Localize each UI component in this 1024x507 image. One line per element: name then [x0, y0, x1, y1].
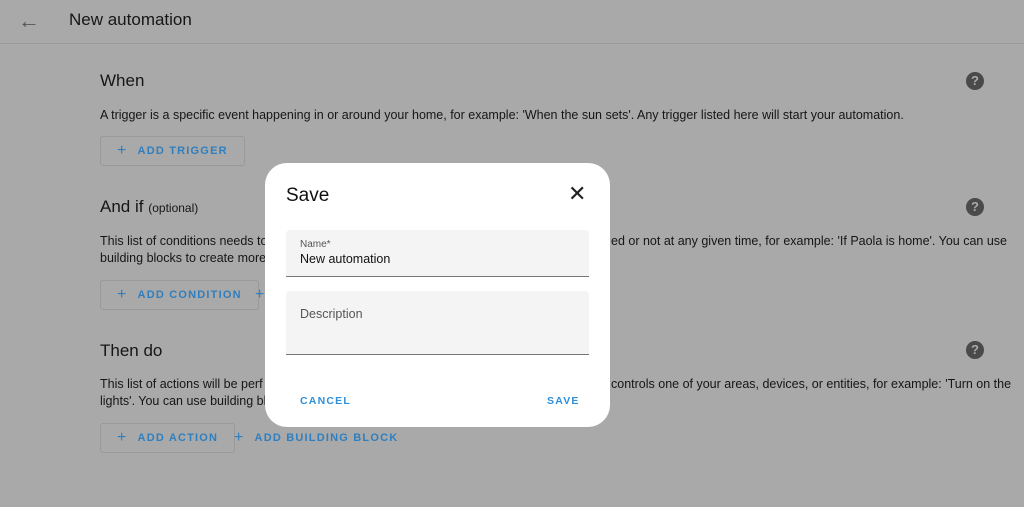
button-label: ADD ACTION: [137, 432, 219, 444]
and-if-description-cont: ed or not at any given time, for example…: [611, 234, 1007, 248]
plus-icon: +: [234, 429, 245, 446]
add-trigger-button[interactable]: + ADD TRIGGER: [100, 136, 245, 166]
plus-icon: +: [255, 286, 266, 303]
name-field[interactable]: Name* New automation: [286, 230, 589, 277]
add-building-block-button[interactable]: +: [255, 286, 266, 304]
optional-label: (optional): [148, 201, 199, 215]
add-condition-button[interactable]: + ADD CONDITION: [100, 280, 259, 310]
then-do-description: This list of actions will be perf: [100, 377, 263, 391]
plus-icon: +: [117, 142, 128, 159]
save-dialog: Save ✕ Name* New automation Description …: [265, 163, 610, 427]
close-icon[interactable]: ✕: [568, 181, 586, 207]
arrow-left-icon[interactable]: ←: [18, 8, 40, 34]
cancel-button[interactable]: CANCEL: [300, 395, 351, 407]
and-if-description: This list of conditions needs to: [100, 234, 268, 248]
add-building-block-button[interactable]: + ADD BUILDING BLOCK: [234, 429, 398, 447]
page-title: New automation: [69, 10, 192, 29]
plus-icon: +: [117, 429, 128, 446]
help-icon[interactable]: ?: [966, 198, 984, 216]
top-bar: ← New automation: [0, 0, 1024, 44]
and-if-heading: And if (optional): [100, 197, 198, 217]
description-label: Description: [300, 307, 363, 321]
plus-icon: +: [117, 286, 128, 303]
name-value: New automation: [300, 252, 391, 266]
button-label: ADD CONDITION: [137, 289, 242, 301]
description-field[interactable]: Description: [286, 291, 589, 355]
name-label: Name*: [300, 239, 331, 250]
and-if-description-line2: building blocks to create more: [100, 251, 267, 265]
when-description: A trigger is a specific event happening …: [100, 108, 904, 122]
then-do-description-line2: lights'. You can use building blo: [100, 394, 274, 408]
help-icon[interactable]: ?: [966, 72, 984, 90]
then-do-description-cont: controls one of your areas, devices, or …: [611, 377, 1012, 391]
dialog-title: Save: [286, 185, 330, 206]
add-action-button[interactable]: + ADD ACTION: [100, 423, 236, 453]
save-button[interactable]: SAVE: [547, 395, 580, 407]
button-label: ADD BUILDING BLOCK: [254, 432, 399, 444]
button-label: ADD TRIGGER: [137, 145, 228, 157]
help-icon[interactable]: ?: [966, 341, 984, 359]
then-do-heading: Then do: [100, 341, 163, 360]
when-heading: When: [100, 71, 145, 90]
heading-text: And if: [100, 197, 144, 216]
